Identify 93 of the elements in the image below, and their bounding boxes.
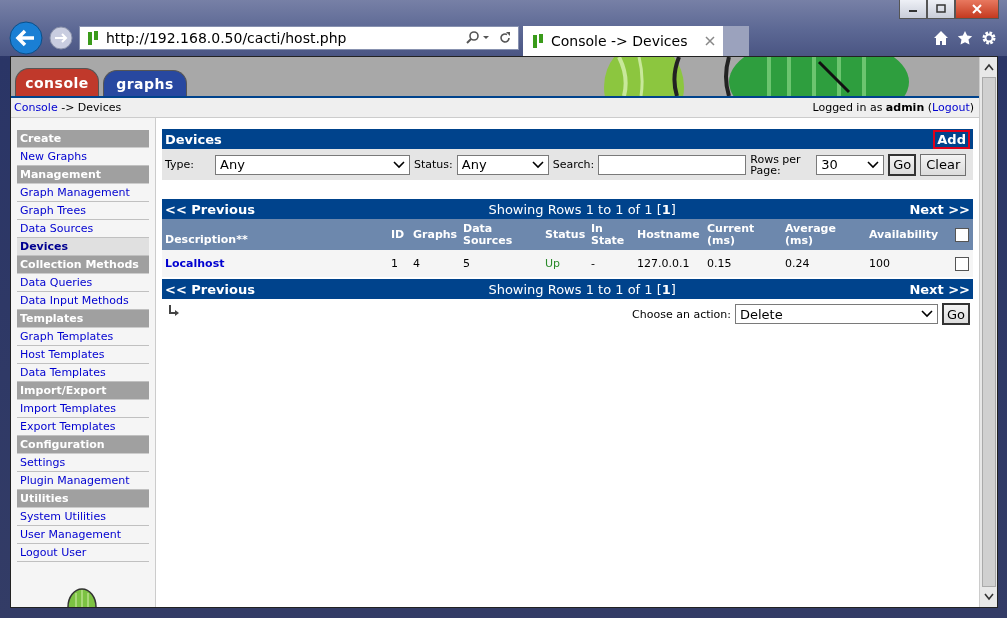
row-checkbox[interactable]: [955, 256, 969, 271]
breadcrumb-current: -> Devices: [61, 101, 122, 114]
forward-button[interactable]: [49, 26, 73, 50]
chevron-icon: [920, 310, 933, 318]
device-link[interactable]: Localhost: [165, 257, 387, 270]
previous-link[interactable]: << Previous: [165, 201, 255, 217]
login-status: Logged in as admin (: [812, 101, 933, 114]
table-cell-text: 127.0.0.1: [637, 257, 691, 270]
settings-icon[interactable]: [981, 30, 997, 46]
sidebar-section-header: Collection Methods: [17, 256, 149, 274]
column-header[interactable]: In State: [591, 222, 633, 247]
cactus-icon: [86, 30, 100, 46]
chevron-icon: [867, 160, 880, 169]
type-label: Type:: [165, 158, 195, 171]
column-header[interactable]: ID: [391, 228, 409, 241]
home-icon[interactable]: [933, 30, 949, 46]
pagination-info: Showing Rows 1 to 1 of 1 [1]: [488, 281, 676, 297]
logout-link[interactable]: Logout: [932, 101, 970, 114]
sidebar-item[interactable]: Host Templates: [17, 346, 149, 364]
table-cell-text: 0.24: [785, 257, 811, 270]
next-link[interactable]: Next >>: [909, 281, 970, 297]
sidebar-item[interactable]: Logout User: [17, 544, 149, 562]
action-dropdown[interactable]: Delete: [734, 304, 938, 324]
add-link[interactable]: Add: [933, 129, 970, 149]
status-dropdown[interactable]: Any: [456, 154, 549, 175]
address-bar[interactable]: http://192.168.0.50/cacti/host.php: [79, 26, 519, 50]
rows-per-page-label: Rows per Page:: [750, 153, 802, 176]
chevron-icon: [531, 160, 544, 169]
close-icon: [972, 4, 982, 14]
column-header[interactable]: Status: [545, 228, 587, 241]
search-icon[interactable]: [466, 31, 492, 45]
close-icon[interactable]: [705, 36, 715, 46]
action-label: Choose an action:: [632, 307, 731, 321]
sidebar-item[interactable]: Settings: [17, 454, 149, 472]
close-button[interactable]: [955, 0, 999, 19]
table-cell-text: 100: [869, 257, 891, 270]
sidebar-item[interactable]: Graph Trees: [17, 202, 149, 220]
search-label: Search:: [552, 158, 595, 171]
sidebar-item[interactable]: Data Queries: [17, 274, 149, 292]
sidebar-item[interactable]: Graph Management: [17, 184, 149, 202]
scroll-up-icon[interactable]: [983, 63, 994, 71]
corner-arrow-icon: [168, 305, 180, 317]
sidebar-section-header: Management: [17, 166, 149, 184]
go-button[interactable]: Go: [941, 303, 970, 325]
table-cell-text: 1: [391, 257, 399, 270]
column-header[interactable]: Data Sources: [463, 222, 541, 247]
nav-tab[interactable]: graphs: [103, 70, 187, 96]
table-cell-text: -: [591, 257, 596, 270]
sidebar-item[interactable]: Devices: [17, 238, 149, 256]
star-icon[interactable]: [957, 30, 973, 46]
nav-tab[interactable]: console: [15, 68, 99, 96]
table-cell-text: Up: [545, 257, 562, 270]
type-dropdown[interactable]: Any: [215, 154, 410, 175]
sidebar-section-header: Utilities: [17, 490, 149, 508]
minimize-button[interactable]: [899, 0, 927, 19]
previous-link[interactable]: << Previous: [165, 281, 255, 297]
column-header[interactable]: Graphs: [413, 228, 459, 241]
sidebar-item[interactable]: Import Templates: [17, 400, 149, 418]
column-header[interactable]: Hostname: [637, 228, 703, 241]
next-link[interactable]: Next >>: [909, 201, 970, 217]
column-header[interactable]: Availability: [869, 228, 947, 241]
sidebar-item[interactable]: System Utilities: [17, 508, 149, 526]
column-header[interactable]: Current (ms): [707, 222, 781, 247]
refresh-icon[interactable]: [498, 31, 512, 45]
status-label: Status:: [414, 158, 453, 171]
sidebar-item[interactable]: Graph Templates: [17, 328, 149, 346]
maximize-button[interactable]: [927, 0, 955, 19]
go-button[interactable]: Go: [888, 153, 917, 176]
column-header[interactable]: Description**: [165, 234, 387, 250]
chevron-icon: [393, 160, 405, 169]
sidebar-section-header: Configuration: [17, 436, 149, 454]
scrollbar[interactable]: [979, 57, 997, 607]
select-all-checkbox[interactable]: [955, 227, 969, 242]
panel-title: Devices: [165, 131, 222, 147]
scroll-down-icon[interactable]: [983, 593, 994, 601]
table-cell-text: 0.15: [707, 257, 733, 270]
back-button[interactable]: [9, 21, 43, 55]
browser-tab[interactable]: Console -> Devices: [523, 26, 723, 56]
breadcrumb-link[interactable]: Console: [14, 101, 58, 114]
table-cell-text: 5: [463, 257, 471, 270]
column-header[interactable]: Average (ms): [785, 222, 865, 247]
pagination-info: Showing Rows 1 to 1 of 1 [1]: [488, 201, 676, 217]
cactus-icon: [531, 33, 545, 49]
sidebar-item[interactable]: User Management: [17, 526, 149, 544]
login-status-end: ): [969, 101, 974, 114]
sidebar-section-header: Templates: [17, 310, 149, 328]
maximize-icon: [936, 4, 946, 14]
search-field[interactable]: [598, 154, 747, 175]
table-cell-text: 4: [413, 257, 421, 270]
clear-button[interactable]: Clear: [920, 153, 967, 176]
rows-per-page-dropdown[interactable]: 30: [816, 154, 885, 175]
sidebar-section-header: Import/Export: [17, 382, 149, 400]
sidebar-section-header: Create: [17, 130, 149, 148]
